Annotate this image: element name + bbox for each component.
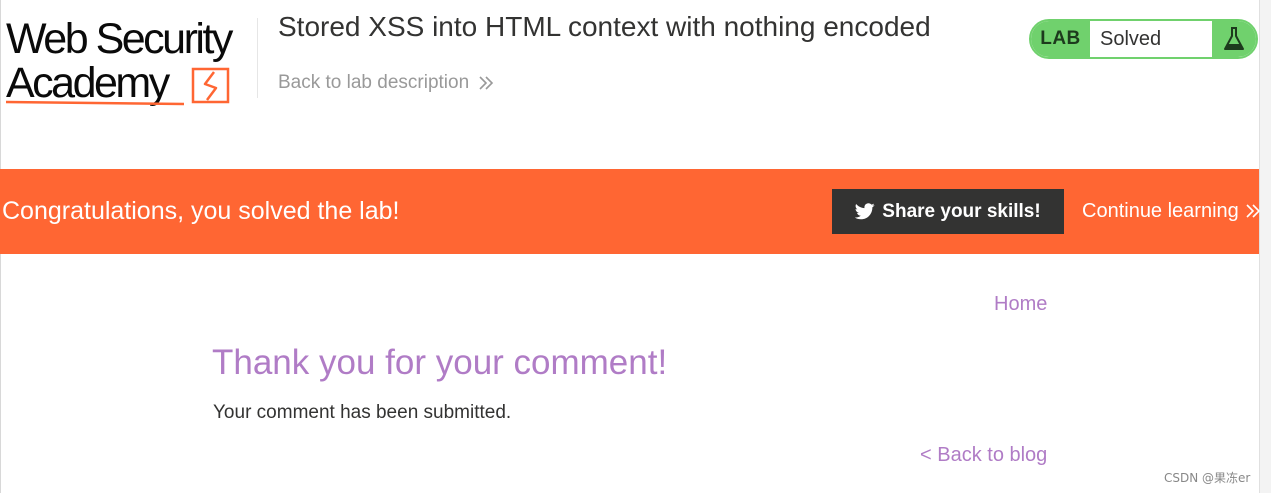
scrollbar[interactable] bbox=[1259, 0, 1271, 493]
lab-tag: LAB bbox=[1031, 21, 1090, 57]
share-your-skills-button[interactable]: Share your skills! bbox=[832, 189, 1064, 234]
continue-learning-label: Continue learning bbox=[1082, 200, 1239, 222]
continue-learning-link[interactable]: Continue learning bbox=[1082, 198, 1261, 224]
twitter-icon bbox=[855, 203, 875, 220]
page-heading: Thank you for your comment! bbox=[212, 343, 668, 382]
lab-status-text: Solved bbox=[1100, 27, 1162, 50]
header-divider bbox=[257, 18, 258, 98]
share-button-label: Share your skills! bbox=[882, 200, 1041, 222]
double-chevron-right-icon bbox=[479, 76, 494, 90]
submission-confirmation: Your comment has been submitted. bbox=[213, 402, 512, 423]
home-link[interactable]: Home bbox=[994, 292, 1047, 316]
lab-title: Stored XSS into HTML context with nothin… bbox=[278, 11, 931, 42]
logo-underline-icon bbox=[5, 67, 230, 106]
back-to-lab-description-link[interactable]: Back to lab description bbox=[278, 70, 495, 96]
watermark: CSDN @果冻er bbox=[1164, 471, 1251, 485]
back-to-blog-link[interactable]: < Back to blog bbox=[920, 442, 1047, 468]
lab-status-badge: LAB Solved bbox=[1029, 19, 1258, 59]
double-chevron-right-icon bbox=[1246, 204, 1260, 218]
back-to-lab-description-label: Back to lab description bbox=[278, 72, 470, 93]
web-security-academy-logo[interactable]: Web Security Academy bbox=[4, 14, 254, 108]
solved-banner: Congratulations, you solved the lab! Sha… bbox=[0, 169, 1261, 254]
congratulations-message: Congratulations, you solved the lab! bbox=[2, 197, 400, 225]
flask-icon bbox=[1212, 21, 1256, 57]
